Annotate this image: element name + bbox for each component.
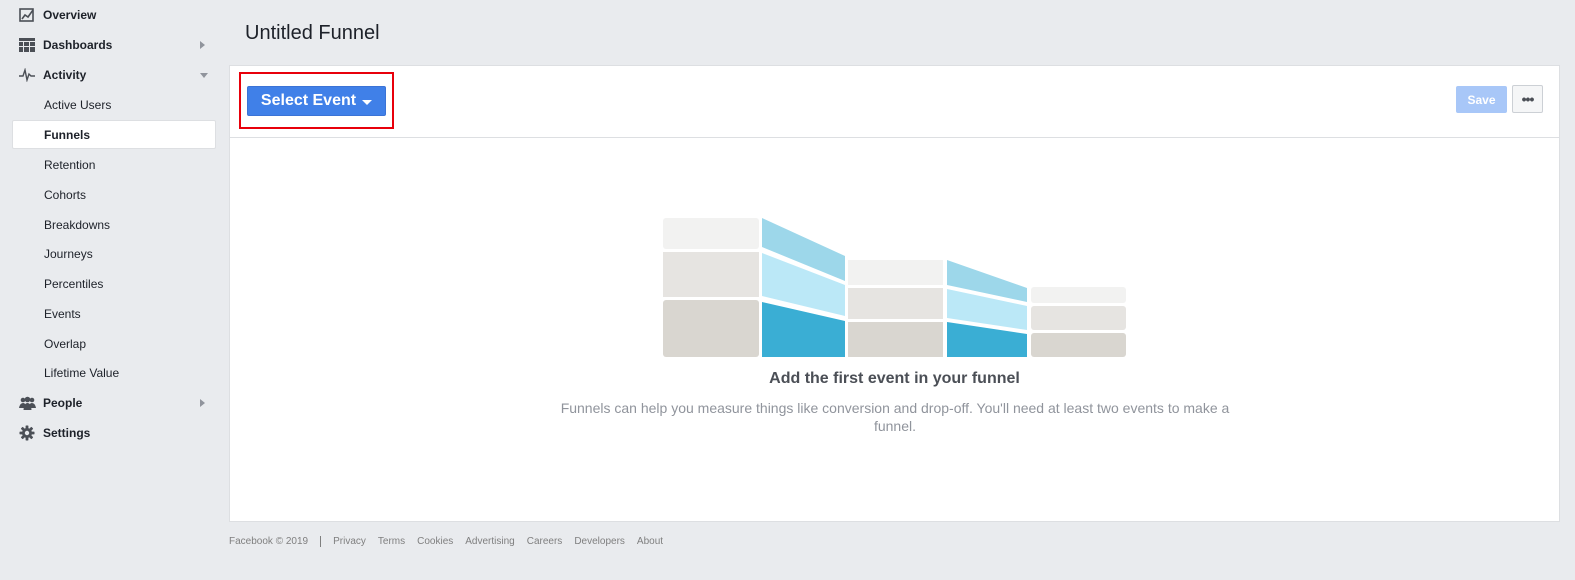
caret-down-icon <box>362 99 373 105</box>
funnel-block <box>663 252 759 297</box>
sidebar-item-overview[interactable]: Overview <box>0 0 220 30</box>
footer-link-advertising[interactable]: Advertising <box>465 536 514 547</box>
sidebar-item-active-users[interactable]: Active Users <box>12 90 216 119</box>
sidebar-item-label: Dashboards <box>43 38 113 52</box>
funnel-block <box>848 322 943 357</box>
sidebar-item-label: Breakdowns <box>44 217 111 232</box>
funnel-block <box>848 260 943 285</box>
pulse-icon <box>18 66 36 84</box>
funnel-card: Select Event Save ••• Add the first even… <box>229 65 1560 522</box>
sidebar-item-lifetime-value[interactable]: Lifetime Value <box>12 358 216 387</box>
sidebar-item-funnels[interactable]: Funnels <box>12 120 216 149</box>
footer-link-developers[interactable]: Developers <box>574 536 625 547</box>
funnel-block <box>848 288 943 319</box>
funnel-block <box>1031 287 1126 303</box>
sidebar-item-people[interactable]: People <box>0 388 220 418</box>
chevron-right-icon <box>200 399 205 407</box>
sidebar-item-cohorts[interactable]: Cohorts <box>12 180 216 209</box>
sidebar-item-label: Active Users <box>44 97 112 112</box>
funnel-block <box>663 300 759 357</box>
footer-link-cookies[interactable]: Cookies <box>417 536 453 547</box>
sidebar-item-label: Percentiles <box>44 276 104 291</box>
funnel-block <box>1031 333 1126 357</box>
footer-link-careers[interactable]: Careers <box>527 536 563 547</box>
footer-link-privacy[interactable]: Privacy <box>333 536 366 547</box>
sidebar-item-journeys[interactable]: Journeys <box>12 239 216 268</box>
gear-icon <box>18 424 36 442</box>
sidebar-item-label: Retention <box>44 157 96 172</box>
sidebar-item-activity[interactable]: Activity <box>0 60 220 90</box>
sidebar-item-label: Activity <box>43 68 87 82</box>
sidebar-item-percentiles[interactable]: Percentiles <box>12 269 216 298</box>
funnel-block <box>1031 306 1126 330</box>
footer-link-about[interactable]: About <box>637 536 663 547</box>
select-event-button[interactable]: Select Event <box>247 86 386 116</box>
more-options-button[interactable]: ••• <box>1512 85 1543 113</box>
grid-icon <box>18 36 36 54</box>
sidebar-item-events[interactable]: Events <box>12 299 216 328</box>
chevron-right-icon <box>200 41 205 49</box>
sidebar-item-label: Settings <box>43 426 91 440</box>
sidebar-item-breakdowns[interactable]: Breakdowns <box>12 210 216 239</box>
sidebar-item-label: Overview <box>43 8 97 22</box>
footer-link-terms[interactable]: Terms <box>378 536 405 547</box>
sidebar-item-settings[interactable]: Settings <box>0 418 220 448</box>
copyright: Facebook © 2019 <box>229 536 309 547</box>
sidebar-item-label: Lifetime Value <box>44 365 120 380</box>
funnel-illustration <box>663 218 1126 357</box>
sidebar-item-retention[interactable]: Retention <box>12 150 216 179</box>
sidebar-item-dashboards[interactable]: Dashboards <box>0 30 220 60</box>
sidebar-item-label: Journeys <box>44 246 93 261</box>
sidebar-item-overlap[interactable]: Overlap <box>12 329 216 358</box>
sidebar-item-label: Events <box>44 306 81 321</box>
funnel-block <box>663 218 759 249</box>
empty-state-title: Add the first event in your funnel <box>769 370 1020 387</box>
footer: Facebook © 2019 Privacy Terms Cookies Ad… <box>229 536 675 547</box>
sidebar-item-label: Cohorts <box>44 187 87 202</box>
select-event-label: Select Event <box>260 92 357 109</box>
sidebar-item-label: Funnels <box>44 127 91 142</box>
people-icon <box>18 394 36 412</box>
empty-state-description: Funnels can help you measure things like… <box>560 400 1230 434</box>
sidebar-item-label: Overlap <box>44 336 87 351</box>
chart-line-icon <box>18 6 36 24</box>
footer-divider <box>320 536 322 547</box>
toolbar: Select Event Save ••• <box>230 66 1559 138</box>
sidebar-item-label: People <box>43 396 83 410</box>
page-title: Untitled Funnel <box>245 22 380 44</box>
chevron-down-icon <box>200 73 208 78</box>
save-button[interactable]: Save <box>1456 86 1507 113</box>
